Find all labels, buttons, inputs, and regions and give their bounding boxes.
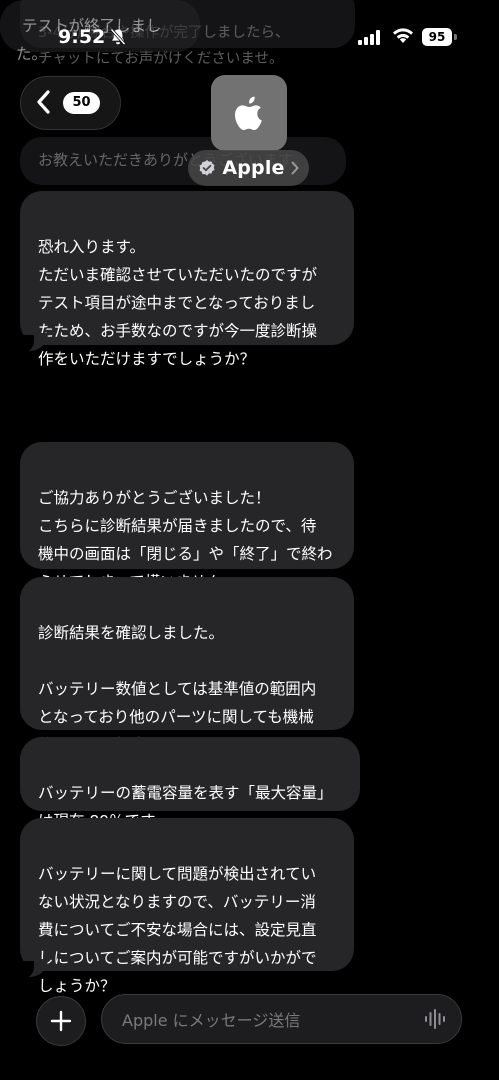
message-text: ご協力ありがとうございました！ こちらに診断結果が届きましたので、待 機中の画面… — [38, 489, 333, 591]
plus-icon — [50, 1010, 72, 1032]
bell-slash-icon — [110, 28, 126, 46]
message-input-container[interactable] — [101, 994, 462, 1045]
apple-logo-icon — [235, 96, 262, 130]
contact-name-pill[interactable]: Apple — [188, 150, 309, 186]
battery-indicator: 95 — [422, 28, 452, 46]
message-bubble: 診断結果を確認しました。 バッテリー数値としては基準値の範囲内 となっており他の… — [20, 577, 354, 754]
message-bubble: バッテリーに関して問題が検出されてい ない状況となりますので、バッテリー消 費に… — [16, 818, 354, 995]
bubble-tail — [16, 333, 48, 353]
message-bubble: バッテリーの蓄電容量を表す「最大容量」 は現在 89％です。 — [20, 737, 360, 830]
message-text: 診断結果を確認しました。 バッテリー数値としては基準値の範囲内 となっており他の… — [38, 624, 317, 754]
cellular-signal-icon — [358, 30, 380, 45]
add-attachment-button[interactable] — [36, 996, 86, 1046]
message-text: バッテリーに関して問題が検出されてい ない状況となりますので、バッテリー消 費に… — [38, 865, 317, 995]
unread-count-badge: 50 — [63, 92, 100, 114]
status-time: 9:52 — [58, 26, 106, 48]
message-input[interactable] — [120, 995, 414, 1045]
bubble-tail — [16, 959, 48, 979]
message-bubble: ご協力ありがとうございました！ こちらに診断結果が届きましたので、待 機中の画面… — [20, 442, 354, 591]
verified-badge-icon — [199, 160, 215, 176]
chevron-right-icon — [291, 161, 299, 175]
message-bubble: 恐れ入ります。 ただいま確認させていただいたのですが テスト項目が途中までとなっ… — [16, 191, 354, 368]
waveform-icon[interactable] — [424, 1008, 448, 1030]
battery-cap — [454, 34, 457, 40]
contact-name: Apple — [222, 157, 285, 179]
chevron-left-icon[interactable] — [34, 88, 54, 116]
message-text: 恐れ入ります。 ただいま確認させていただいたのですが テスト項目が途中までとなっ… — [38, 238, 318, 368]
contact-avatar[interactable] — [211, 75, 287, 151]
wifi-icon — [393, 28, 413, 43]
